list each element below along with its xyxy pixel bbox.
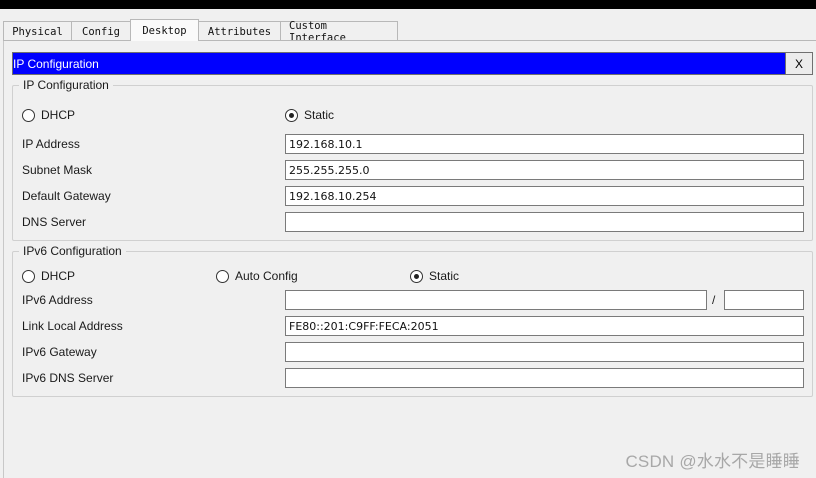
tab-custom-interface[interactable]: Custom Interface — [280, 20, 398, 44]
ipv4-static-radio[interactable]: Static — [285, 108, 334, 122]
tab-attributes[interactable]: Attributes — [198, 21, 281, 41]
tab-physical[interactable]: Physical — [3, 21, 72, 41]
ipv6-dhcp-label: DHCP — [41, 269, 76, 283]
radio-circle-selected — [285, 108, 298, 122]
dns-server-label: DNS Server — [22, 215, 87, 229]
ipv6-static-label: Static — [429, 269, 460, 283]
tab-divider — [3, 40, 816, 41]
radio-circle-selected — [410, 269, 423, 283]
prefix-separator: / — [712, 293, 716, 307]
subnet-mask-label: Subnet Mask — [22, 163, 93, 177]
ipv6-prefix-input[interactable] — [724, 290, 804, 310]
ipv4-legend: IP Configuration — [19, 78, 113, 92]
ipv4-static-label: Static — [304, 108, 335, 122]
top-black-bar — [0, 0, 816, 9]
radio-circle — [216, 269, 229, 283]
radio-circle — [22, 108, 35, 122]
tab-config[interactable]: Config — [71, 21, 131, 41]
ip-address-label: IP Address — [22, 137, 80, 151]
ipv4-dhcp-label: DHCP — [41, 108, 76, 122]
ipv6-legend: IPv6 Configuration — [19, 244, 126, 258]
ipv6-static-radio[interactable]: Static — [410, 269, 459, 283]
ipv6-gateway-input[interactable] — [285, 342, 804, 362]
link-local-input[interactable]: FE80::201:C9FF:FECA:2051 — [285, 316, 804, 336]
subnet-mask-input[interactable]: 255.255.255.0 — [285, 160, 804, 180]
ipv6-address-input[interactable] — [285, 290, 707, 310]
link-local-label: Link Local Address — [22, 319, 123, 333]
ipv6-gateway-label: IPv6 Gateway — [22, 345, 97, 359]
window-title: IP Configuration — [13, 57, 99, 71]
radio-circle — [22, 269, 35, 283]
default-gateway-label: Default Gateway — [22, 189, 111, 203]
tab-desktop[interactable]: Desktop — [130, 19, 199, 41]
ip-address-input[interactable]: 192.168.10.1 — [285, 134, 804, 154]
ip-config-titlebar: IP Configuration X — [12, 52, 813, 75]
ipv6-auto-config-label: Auto Config — [235, 269, 298, 283]
ipv6-dhcp-radio[interactable]: DHCP — [22, 269, 75, 283]
ipv4-dhcp-radio[interactable]: DHCP — [22, 108, 75, 122]
dns-server-input[interactable] — [285, 212, 804, 232]
ipv6-dns-label: IPv6 DNS Server — [22, 371, 114, 385]
watermark-text: CSDN @水水不是睡睡 — [625, 452, 800, 471]
tab-bar: Physical Config Desktop Attributes Custo… — [3, 19, 398, 44]
close-button[interactable]: X — [785, 53, 812, 74]
ipv6-address-label: IPv6 Address — [22, 293, 93, 307]
ipv6-auto-config-radio[interactable]: Auto Config — [216, 269, 298, 283]
ipv6-dns-input[interactable] — [285, 368, 804, 388]
default-gateway-input[interactable]: 192.168.10.254 — [285, 186, 804, 206]
